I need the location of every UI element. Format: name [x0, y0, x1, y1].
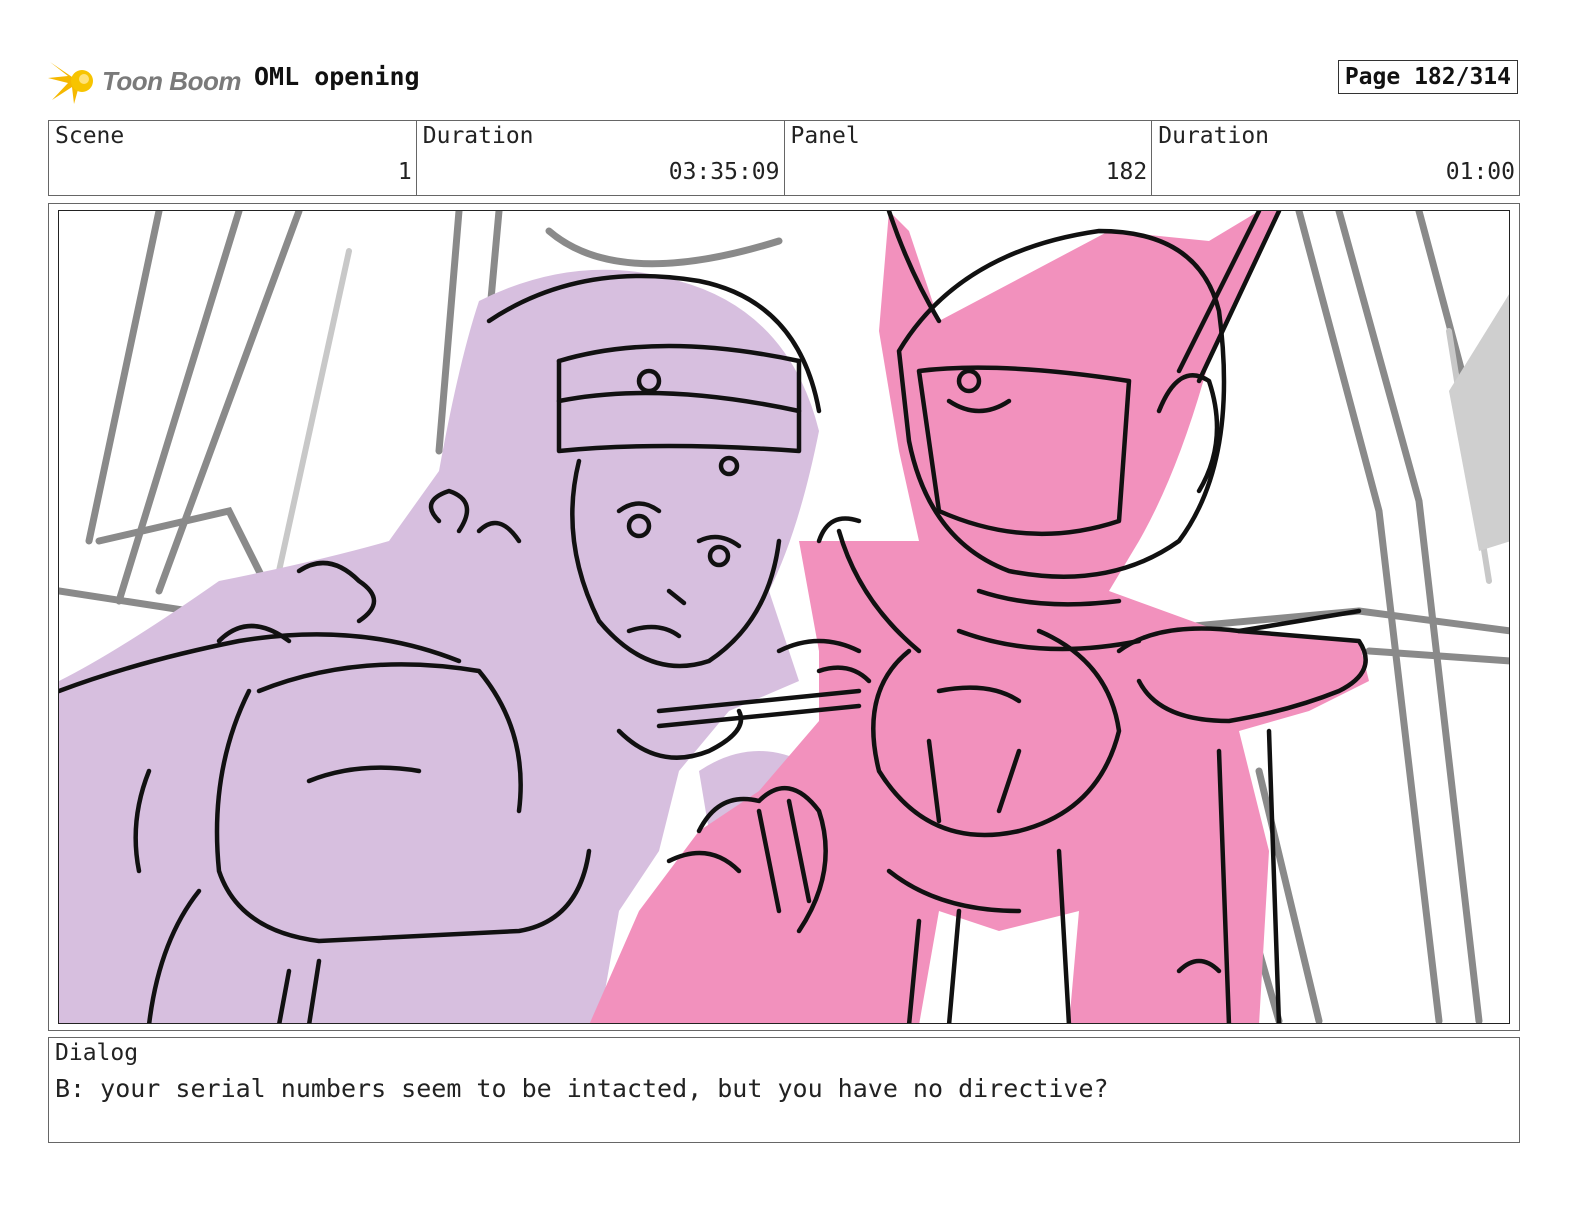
scene-duration-label: Duration	[422, 123, 534, 149]
dialog-text: B: your serial numbers seem to be intact…	[55, 1074, 1109, 1103]
sketch-drawing	[59, 211, 1509, 1023]
logo-text: Toon Boom	[102, 65, 241, 96]
storyboard-panel-artwork	[58, 210, 1510, 1024]
scene-cell: Scene 1	[49, 121, 417, 195]
panel-duration-cell: Duration 01:00	[1152, 121, 1519, 195]
panel-duration-value: 01:00	[1445, 159, 1515, 185]
panel-cell: Panel 182	[785, 121, 1153, 195]
toon-boom-logo: Toon Boom	[48, 56, 243, 106]
project-title: OML opening	[254, 62, 420, 91]
dialog-box: Dialog B: your serial numbers seem to be…	[48, 1037, 1520, 1143]
scene-label: Scene	[55, 123, 125, 149]
panel-value: 182	[1105, 159, 1148, 185]
dialog-label: Dialog	[55, 1040, 139, 1066]
background-shadow-shape	[1449, 294, 1509, 551]
scene-value: 1	[397, 159, 412, 185]
page-indicator: Page 182/314	[1337, 60, 1518, 94]
scene-info-table: Scene 1 Duration 03:35:09 Panel 182 Dura…	[48, 120, 1520, 196]
toon-boom-star-icon	[48, 62, 93, 104]
storyboard-panel-frame	[48, 203, 1520, 1031]
page-header: Toon Boom OML opening Page 182/314	[48, 56, 1538, 106]
panel-duration-label: Duration	[1158, 123, 1270, 149]
scene-duration-value: 03:35:09	[668, 159, 780, 185]
panel-label: Panel	[790, 123, 860, 149]
scene-duration-cell: Duration 03:35:09	[417, 121, 785, 195]
